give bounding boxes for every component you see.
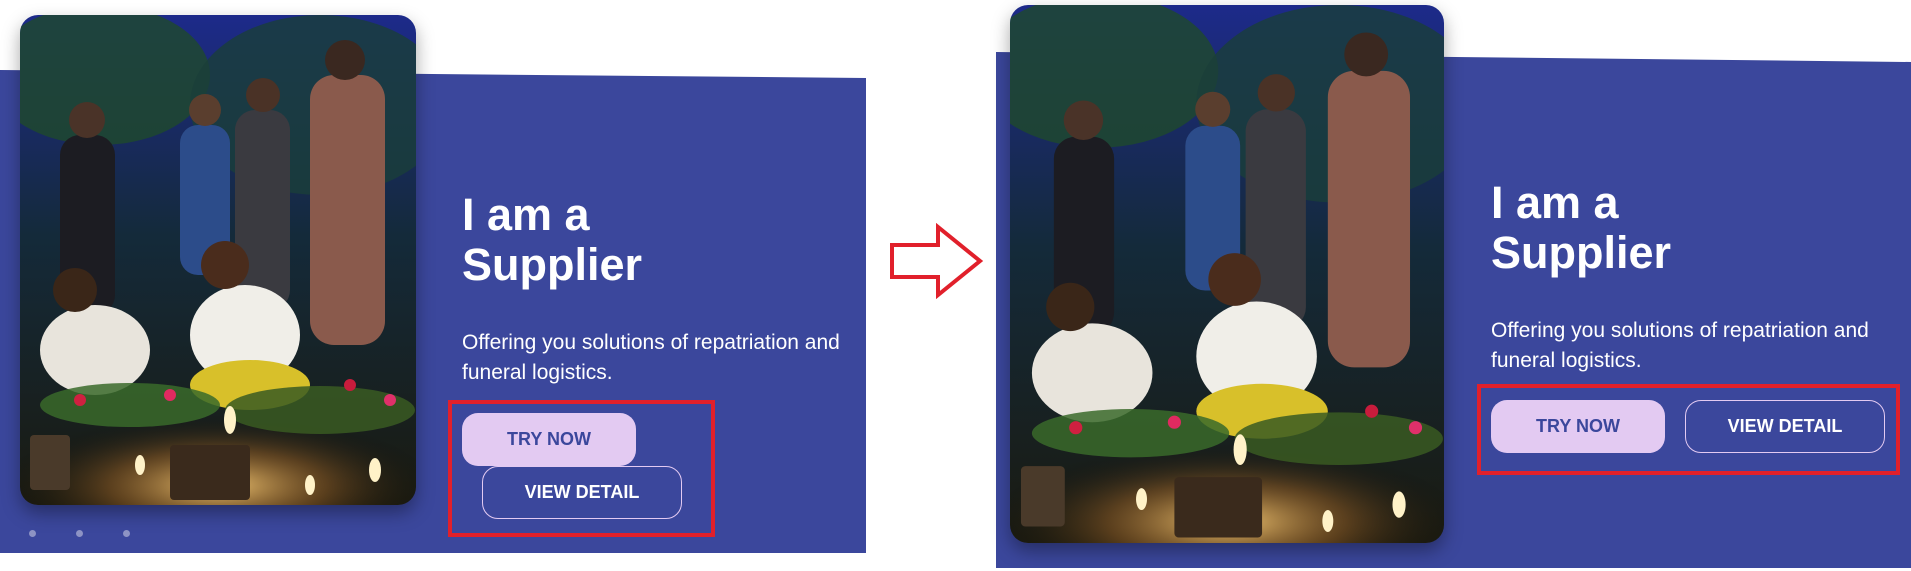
after-heading-line1: I am a: [1491, 177, 1619, 228]
before-description-line2: funeral logistics.: [462, 361, 613, 384]
before-description: Offering you solutions of repatriation a…: [462, 328, 840, 388]
before-heading-line2: Supplier: [462, 239, 643, 290]
arrow-right-icon: [890, 223, 984, 299]
carousel-dot-3[interactable]: [123, 530, 130, 537]
after-hero-photo: [1010, 5, 1444, 543]
before-heading: I am a Supplier: [462, 190, 642, 290]
after-heading-line2: Supplier: [1491, 227, 1672, 278]
carousel-dot-1[interactable]: [29, 530, 36, 537]
carousel-dot-2[interactable]: [76, 530, 83, 537]
after-description: Offering you solutions of repatriation a…: [1491, 316, 1869, 376]
before-highlight-box: [448, 400, 715, 537]
after-heading: I am a Supplier: [1491, 178, 1671, 278]
before-heading-line1: I am a: [462, 189, 590, 240]
after-description-line2: funeral logistics.: [1491, 349, 1642, 372]
before-hero-photo: [20, 15, 416, 505]
before-description-line1: Offering you solutions of repatriation a…: [462, 331, 840, 354]
after-description-line1: Offering you solutions of repatriation a…: [1491, 319, 1869, 342]
after-highlight-box: [1477, 384, 1900, 475]
